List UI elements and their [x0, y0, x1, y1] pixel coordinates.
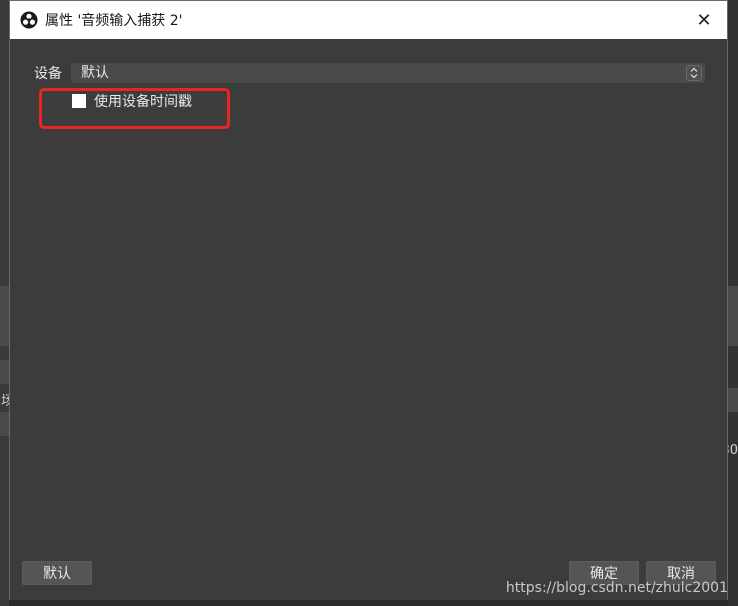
close-button[interactable]: ✕: [681, 1, 727, 39]
defaults-button[interactable]: 默认: [22, 561, 92, 585]
device-row: 设备: [34, 63, 70, 83]
background-panel-strip: [0, 360, 9, 384]
device-label: 设备: [34, 66, 62, 82]
device-select-value: 默认: [81, 65, 109, 81]
background-panel-strip: [728, 388, 738, 412]
title-bar[interactable]: 属性 '音频输入捕获 2' ✕: [10, 1, 727, 39]
obs-logo-icon: [20, 11, 38, 29]
background-panel-strip: [0, 412, 9, 436]
close-icon: ✕: [696, 9, 712, 31]
window-title: 属性 '音频输入捕获 2': [45, 13, 183, 29]
annotation-highlight-box: [39, 88, 230, 129]
background-panel-strip: [728, 286, 738, 346]
background-panel-strip: [0, 286, 9, 346]
device-select[interactable]: 默认: [71, 63, 705, 83]
screen: 场 30 属性 '音频输入捕获 2' ✕ 设备 默认 使用设备时间戳 默认 确定…: [0, 0, 738, 606]
properties-dialog: 属性 '音频输入捕获 2' ✕ 设备 默认 使用设备时间戳 默认 确定 取消: [9, 0, 728, 600]
watermark-text: https://blog.csdn.net/zhulc2001: [505, 580, 728, 596]
updown-arrows-icon[interactable]: [686, 65, 702, 81]
dialog-body: 设备 默认 使用设备时间戳 默认 确定 取消: [10, 39, 727, 600]
